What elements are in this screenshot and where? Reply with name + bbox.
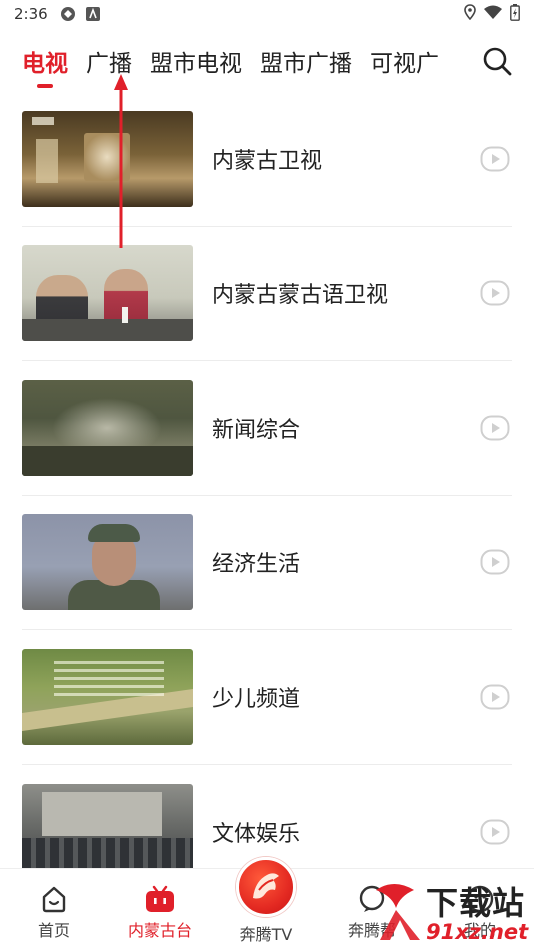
- channel-name: 经济生活: [212, 552, 301, 578]
- nav-help[interactable]: 奔腾帮: [322, 885, 422, 941]
- nav-channel[interactable]: 内蒙古台: [110, 885, 210, 941]
- app-notification-icon: [60, 6, 76, 22]
- gps-icon: [464, 4, 476, 24]
- tabs-fade: [438, 36, 478, 86]
- active-tab-indicator: [37, 84, 53, 88]
- a-notification-icon: [85, 7, 100, 21]
- channel-row[interactable]: 经济生活: [22, 496, 512, 630]
- nav-label: 我的: [463, 921, 496, 940]
- tab-radio[interactable]: 广播: [86, 44, 132, 78]
- play-icon[interactable]: [480, 817, 510, 847]
- tab-label: 盟市电视: [150, 51, 242, 77]
- channel-name: 少儿频道: [212, 686, 301, 712]
- tab-label: 广播: [86, 51, 132, 77]
- nav-home[interactable]: 首页: [4, 885, 104, 941]
- horse-logo-icon: [253, 873, 279, 899]
- home-icon: [42, 886, 66, 913]
- tab-label: 电视: [22, 51, 68, 77]
- category-tabs: 电视 广播 盟市电视 盟市广播 可视广: [0, 36, 534, 88]
- tab-label: 可视广: [370, 51, 439, 77]
- channel-thumbnail: [22, 245, 193, 342]
- battery-icon: [510, 3, 520, 25]
- channel-name: 内蒙古卫视: [212, 148, 323, 174]
- play-icon[interactable]: [480, 413, 510, 443]
- channel-thumbnail: [22, 648, 193, 745]
- nav-label: 奔腾帮: [347, 921, 396, 940]
- wifi-icon: [484, 5, 502, 23]
- nav-label: 首页: [37, 921, 70, 940]
- channel-row[interactable]: 内蒙古蒙古语卫视: [22, 227, 512, 361]
- play-icon[interactable]: [480, 144, 510, 174]
- status-bar: 2:36: [0, 0, 534, 28]
- channel-name: 新闻综合: [212, 417, 301, 443]
- play-icon[interactable]: [480, 547, 510, 577]
- channel-name: 文体娱乐: [212, 821, 301, 847]
- search-icon: [483, 47, 512, 76]
- chat-icon: [359, 885, 385, 912]
- channel-thumbnail: [22, 379, 193, 476]
- tab-label: 盟市广播: [260, 51, 352, 77]
- status-time: 2:36: [14, 5, 48, 23]
- play-icon[interactable]: [480, 682, 510, 712]
- search-button[interactable]: [482, 46, 512, 76]
- nav-mine[interactable]: 我的: [430, 885, 530, 941]
- channel-row[interactable]: 少儿频道: [22, 630, 512, 765]
- tv-icon: [146, 885, 174, 912]
- channel-thumbnail: [22, 110, 193, 207]
- channel-thumbnail: [22, 514, 193, 611]
- channel-row[interactable]: 新闻综合: [22, 361, 512, 496]
- tab-visual-radio[interactable]: 可视广: [370, 44, 439, 78]
- nav-label: 奔腾TV: [239, 925, 293, 944]
- nav-benteng-tv-button[interactable]: [236, 857, 296, 917]
- user-icon: [466, 885, 494, 913]
- tab-tv[interactable]: 电视: [22, 44, 68, 88]
- channel-list: 内蒙古卫视 内蒙古蒙古语卫视 新闻综合 经济生活 少儿频道 文体娱乐: [22, 92, 512, 899]
- nav-label: 内蒙古台: [127, 921, 192, 940]
- tab-city-radio[interactable]: 盟市广播: [260, 44, 352, 78]
- tab-city-tv[interactable]: 盟市电视: [150, 44, 242, 78]
- channel-row[interactable]: 内蒙古卫视: [22, 92, 512, 227]
- channel-name: 内蒙古蒙古语卫视: [212, 283, 389, 309]
- channel-thumbnail: [22, 783, 193, 880]
- bottom-nav: 首页 内蒙古台 奔腾TV 奔腾帮 我的: [0, 857, 534, 950]
- play-icon[interactable]: [480, 278, 510, 308]
